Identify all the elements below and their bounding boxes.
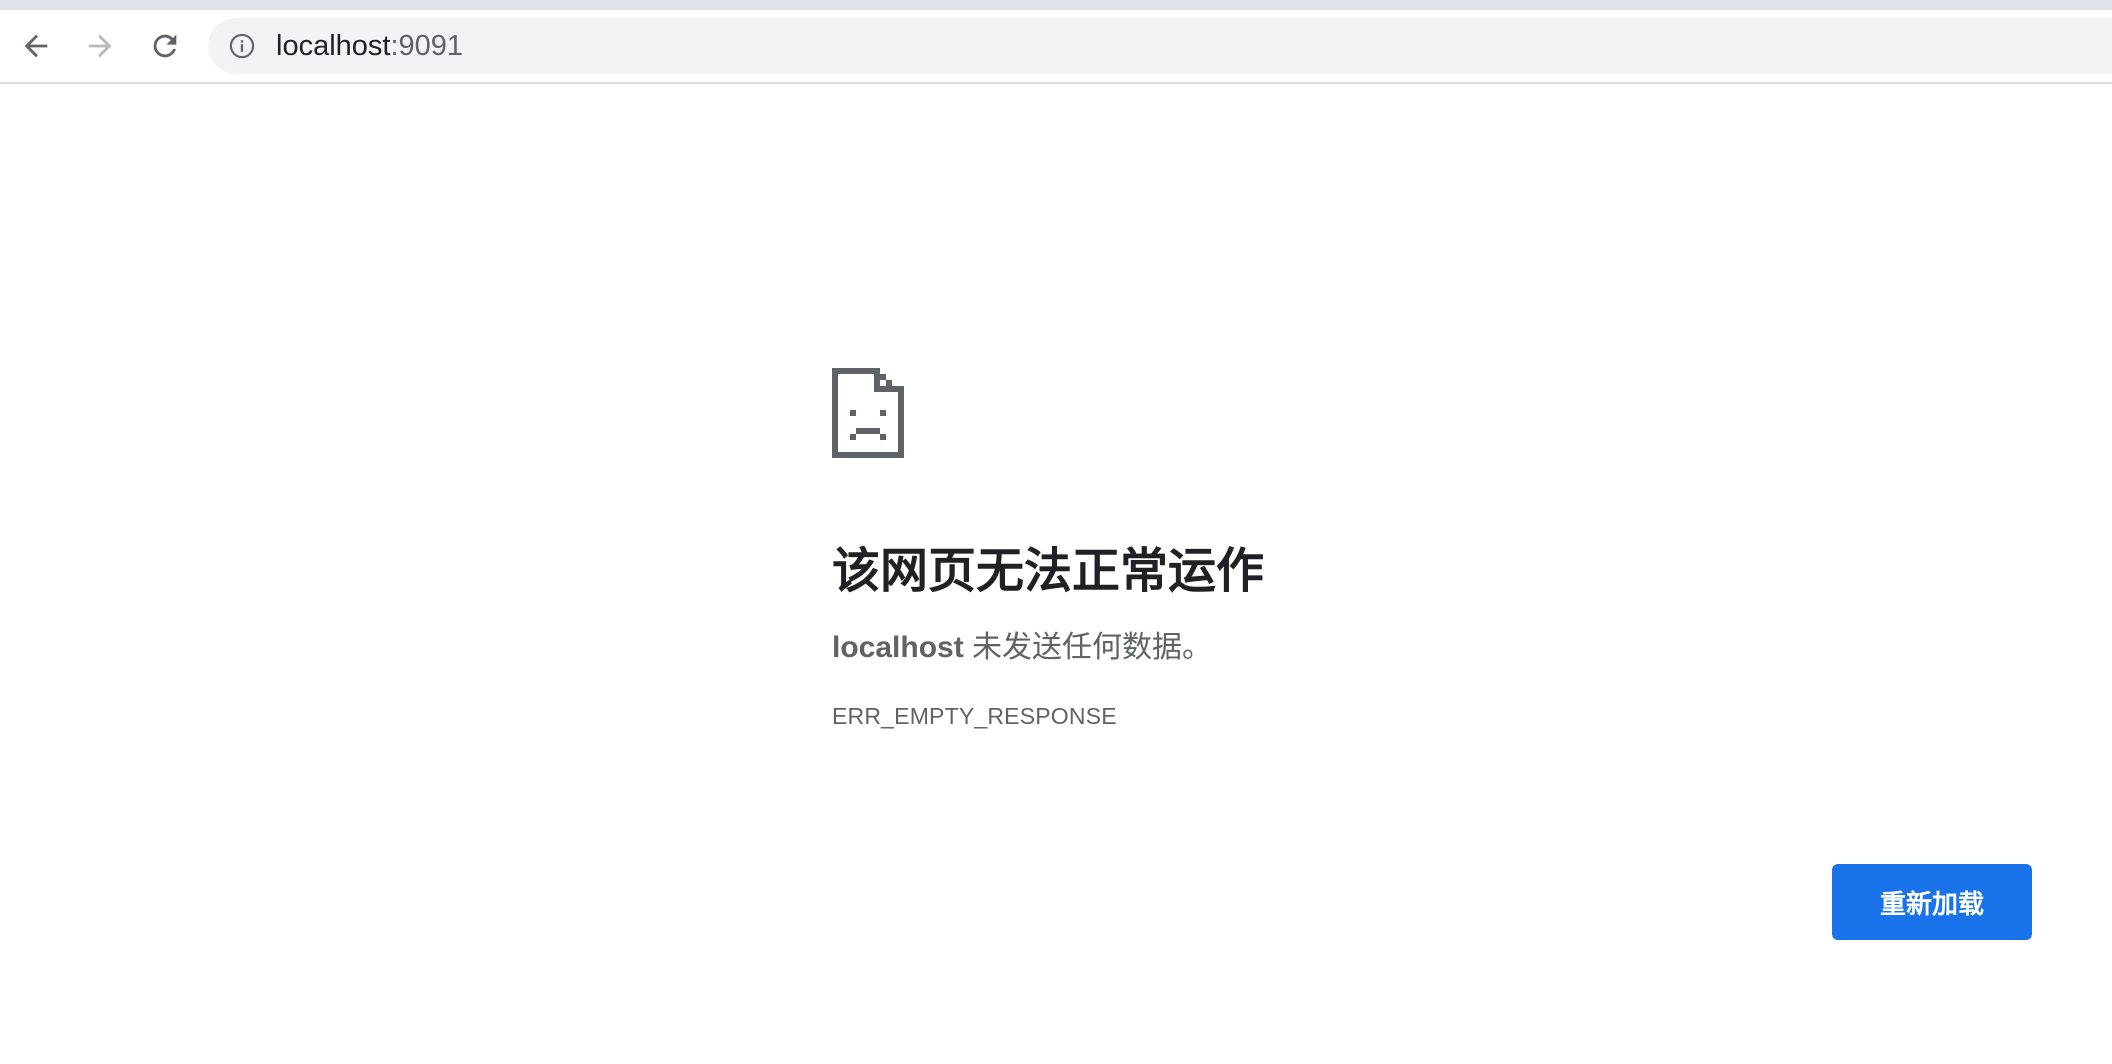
reload-icon: [153, 34, 177, 58]
sad-page-icon: [832, 368, 904, 458]
arrow-right-icon: [88, 34, 112, 58]
reload-page-button[interactable]: 重新加载: [1832, 864, 2032, 940]
reload-button[interactable]: [141, 22, 189, 70]
address-bar[interactable]: localhost:9091: [208, 18, 2112, 74]
url-text[interactable]: localhost:9091: [276, 30, 463, 62]
forward-button[interactable]: [76, 22, 124, 70]
url-port: :9091: [390, 30, 464, 62]
error-description-text: 未发送任何数据。: [963, 631, 1213, 664]
tab-strip: [0, 0, 2112, 10]
error-title: 该网页无法正常运作: [832, 545, 1265, 598]
url-host: localhost: [276, 30, 391, 62]
browser-toolbar: localhost:9091: [0, 10, 2112, 84]
error-host: localhost: [832, 631, 964, 664]
error-code: ERR_EMPTY_RESPONSE: [832, 703, 1117, 729]
back-button[interactable]: [12, 22, 60, 70]
info-icon[interactable]: [228, 32, 256, 60]
error-content: 该网页无法正常运作 localhost 未发送任何数据。 ERR_EMPTY_R…: [832, 368, 2032, 730]
arrow-left-icon: [24, 34, 48, 58]
error-description: localhost 未发送任何数据。: [832, 630, 2032, 666]
